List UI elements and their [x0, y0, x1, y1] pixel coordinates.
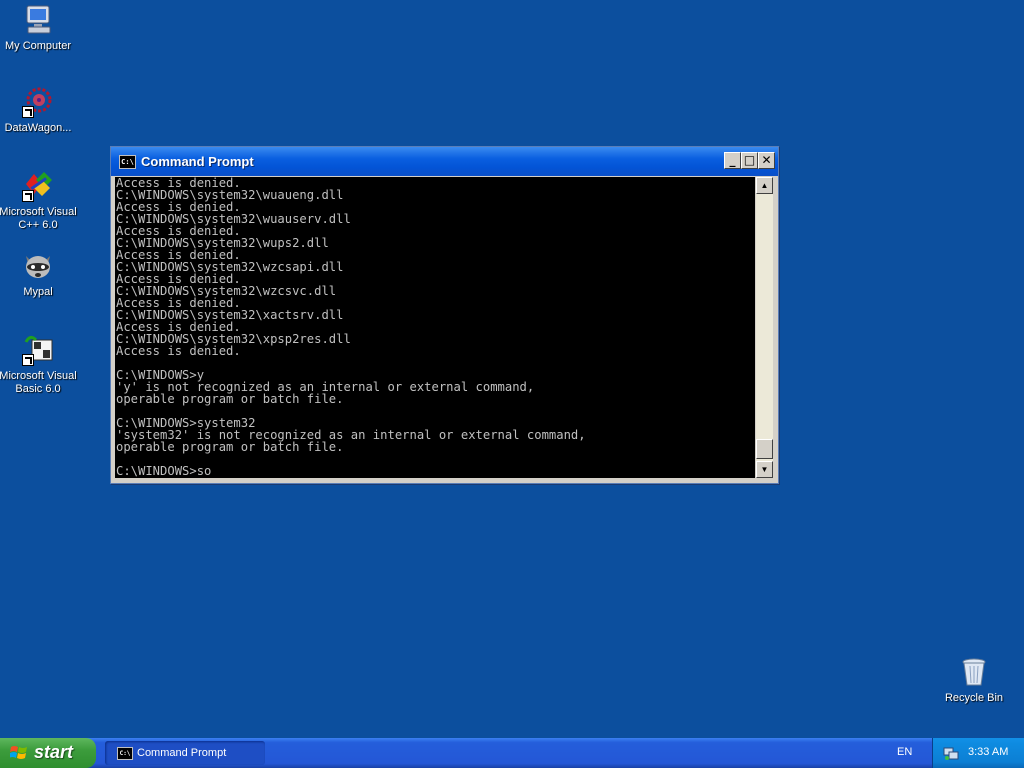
console-line: operable program or batch file. [116, 392, 344, 406]
windows-logo-icon [10, 746, 27, 759]
taskbar-item-command-prompt[interactable]: C:\ Command Prompt [105, 741, 265, 765]
console-icon[interactable]: C:\ [119, 155, 136, 169]
visual-basic-icon [22, 334, 54, 366]
scroll-up-button[interactable]: ▲ [756, 177, 773, 194]
command-prompt-window[interactable]: C:\ Command Prompt _ □ ✕ Access is denie… [110, 146, 779, 484]
recycle-bin-icon [958, 656, 990, 688]
start-label: start [34, 742, 74, 762]
maximize-button[interactable]: □ [741, 152, 758, 169]
desktop-icon-recycle-bin[interactable]: Recycle Bin [934, 656, 1014, 705]
shortcut-arrow-icon [22, 354, 34, 366]
console-line: Access is denied. [116, 344, 241, 358]
desktop-icon-datawagon[interactable]: DataWagon... [0, 86, 78, 135]
datawagon-icon [22, 86, 54, 118]
desktop-icon-my-computer[interactable]: My Computer [0, 4, 78, 53]
window-titlebar[interactable]: C:\ Command Prompt _ □ ✕ [111, 147, 778, 176]
console-line: operable program or batch file. [116, 440, 344, 454]
console-output[interactable]: Access is denied. C:\WINDOWS\system32\wua… [115, 177, 755, 478]
shortcut-arrow-icon [22, 190, 34, 202]
desktop-icon-label: My Computer [4, 40, 72, 52]
desktop-icon-mypal[interactable]: Mypal [0, 250, 78, 299]
window-title: Command Prompt [141, 154, 254, 169]
taskbar: start C:\ Command Prompt EN 3:33 AM [0, 738, 1024, 768]
console-icon: C:\ [117, 747, 133, 760]
minimize-button[interactable]: _ [724, 152, 741, 169]
vertical-scrollbar[interactable]: ▲ ▼ [756, 177, 773, 478]
desktop-icon-label: Microsoft Visual C++ 6.0 [0, 206, 77, 231]
desktop-icon-label: DataWagon... [4, 122, 72, 134]
desktop-icon-label: Microsoft Visual Basic 6.0 [0, 370, 77, 395]
console-line: C:\WINDOWS>so [116, 464, 212, 478]
desktop-icon-visual-cpp[interactable]: Microsoft Visual C++ 6.0 [0, 170, 78, 232]
system-tray: 3:33 AM [932, 738, 1024, 768]
console-lines: Access is denied. C:\WINDOWS\system32\wua… [115, 177, 755, 477]
my-computer-icon [22, 4, 54, 36]
visual-cpp-icon [22, 170, 54, 202]
mypal-raccoon-icon [22, 250, 54, 282]
start-button[interactable]: start [0, 738, 96, 768]
language-indicator[interactable]: EN [897, 746, 912, 758]
close-button[interactable]: ✕ [758, 152, 775, 169]
clock[interactable]: 3:33 AM [968, 746, 1008, 758]
scroll-down-button[interactable]: ▼ [756, 461, 773, 478]
scroll-thumb[interactable] [756, 439, 773, 459]
desktop-icon-visual-basic[interactable]: Microsoft Visual Basic 6.0 [0, 334, 78, 396]
network-icon[interactable] [943, 745, 959, 761]
desktop-icon-label: Mypal [23, 286, 53, 298]
taskbar-item-label: Command Prompt [137, 747, 227, 759]
shortcut-arrow-icon [22, 106, 34, 118]
desktop-icon-label: Recycle Bin [944, 692, 1004, 704]
